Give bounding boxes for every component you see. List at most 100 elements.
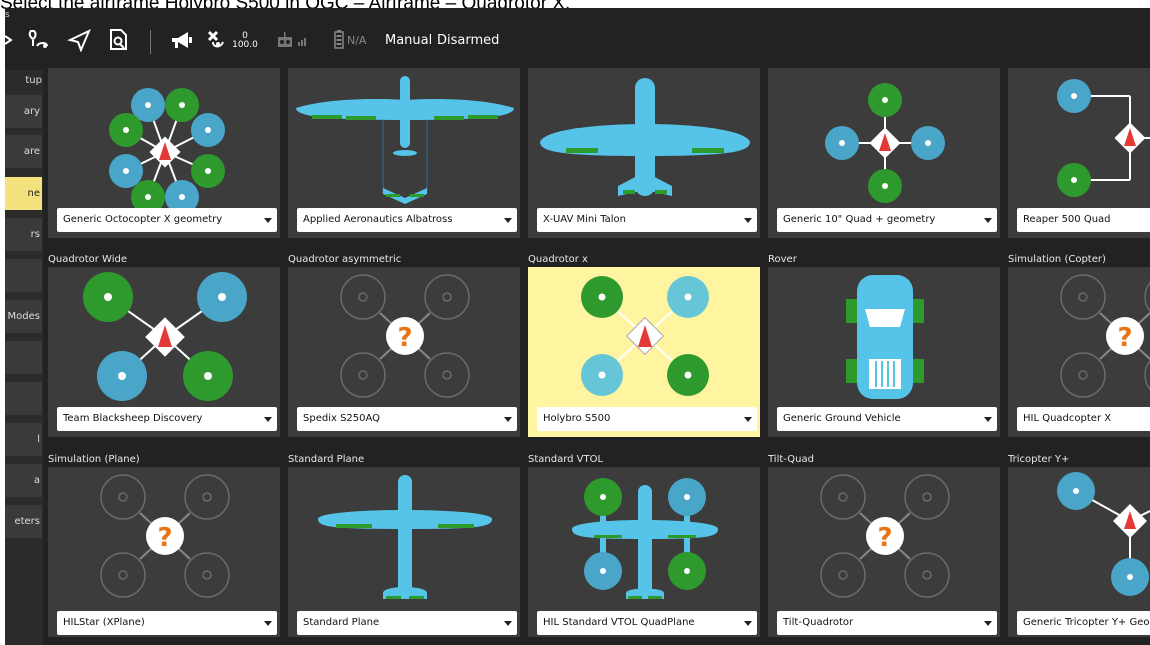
unknown-airframe-icon: ? [1060,274,1150,398]
dropdown-value: Reaper 500 Quad [1023,214,1111,225]
sidebar-item-label: ne [27,188,41,199]
dropdown-arrow-icon [504,218,512,223]
airframe-tile-octocopter[interactable]: Generic Octocopter X geometry [48,68,280,238]
airframe-dropdown[interactable]: HIL Quadcopter X [1017,407,1150,431]
sidebar-item-radio[interactable] [5,259,42,292]
airframe-tile-tilt-quad[interactable]: ? Tilt-Quadrotor [768,467,1000,637]
airframe-tile-sim-plane[interactable]: ? HILStar (XPlane) [48,467,280,637]
airframe-tile-standard-vtol[interactable]: HIL Standard VTOL QuadPlane [528,467,760,637]
rover-car-diagram [846,275,924,399]
dropdown-arrow-icon [984,417,992,422]
sidebar-item-summary[interactable]: ary [5,95,42,128]
sidebar-item-airframe[interactable]: ne [5,177,42,210]
dropdown-value: Tilt-Quadrotor [783,617,854,628]
airframe-tile-rover[interactable]: Generic Ground Vehicle [768,267,1000,437]
sidebar-item-safety[interactable] [5,382,42,415]
sidebar-item-power[interactable] [5,341,42,374]
toolbar-divider [150,30,151,54]
category-label: Standard Plane [288,454,365,465]
dropdown-arrow-icon [504,621,512,626]
dropdown-value: HIL Standard VTOL QuadPlane [543,617,695,628]
airframe-dropdown[interactable]: Generic Octocopter X geometry [57,208,277,232]
dropdown-value: HIL Quadcopter X [1023,413,1112,424]
sidebar-item-flight-modes[interactable]: Modes [5,300,42,333]
sidebar-item-firmware[interactable]: are [5,135,42,168]
airframe-dropdown[interactable]: Reaper 500 Quad [1017,208,1150,232]
arm-status[interactable]: Disarmed [437,28,499,52]
dropdown-value: Generic Ground Vehicle [783,413,901,424]
top-toolbar: s 0 100.0 N/A Manual Disarmed [5,8,1150,68]
category-label: Tilt-Quad [768,454,814,465]
airframe-dropdown[interactable]: Holybro S500 [537,407,757,431]
flying-wing-diagram [540,78,750,196]
airframe-dropdown[interactable]: Team Blacksheep Discovery [57,407,277,431]
airframe-tile-plane-atail[interactable]: Applied Aeronautics Albatross [288,68,520,238]
dropdown-value: Standard Plane [303,617,380,628]
dropdown-arrow-icon [744,218,752,223]
airframe-tile-mini-talon[interactable]: X-UAV Mini Talon [528,68,760,238]
tricopter-y-diagram [1057,472,1150,596]
sidebar-item-camera[interactable]: a [5,464,42,497]
sidebar-item-parameters[interactable]: eters [5,505,42,538]
dropdown-value: Generic Tricopter Y+ Geometry [1023,617,1150,628]
sidebar-item-label: a [33,475,40,486]
airframe-dropdown[interactable]: Standard Plane [297,611,517,635]
category-label: Rover [768,254,797,265]
sidebar-item-sensors[interactable]: rs [5,218,42,251]
airframe-dropdown[interactable]: Tilt-Quadrotor [777,611,997,635]
airframe-tile-quad-asymmetric[interactable]: ? Spedix S250AQ [288,267,520,437]
flight-mode-selector[interactable]: Manual [385,28,432,52]
battery-icon[interactable] [333,28,345,52]
rc-signal-icon [297,28,309,52]
category-label: Simulation (Plane) [48,454,140,465]
sidebar-item-label: are [23,146,40,157]
rc-transmitter-icon[interactable] [277,28,295,52]
airframe-tile-quad-wide[interactable]: Team Blacksheep Discovery [48,267,280,437]
gps-hdop: 100.0 [232,40,258,50]
airframe-dropdown[interactable]: Generic Ground Vehicle [777,407,997,431]
svg-text:?: ? [877,523,892,553]
dropdown-value: Generic 10" Quad + geometry [783,214,936,225]
unknown-airframe-icon: ? [100,474,230,598]
airframe-tile-quadrotor-x[interactable]: Holybro S500 [528,267,760,437]
category-label: Quadrotor x [528,254,588,265]
quad-h-diagram [1057,79,1150,197]
airframe-tile-quad-h[interactable]: Reaper 500 Quad [1008,68,1150,238]
dropdown-arrow-icon [504,417,512,422]
fly-view-icon[interactable] [67,28,91,52]
category-label: Standard VTOL [528,454,604,465]
airframe-dropdown[interactable]: HILStar (XPlane) [57,611,277,635]
sidebar-item-label: l [37,434,40,445]
gps-satellite-icon[interactable] [205,28,229,52]
sidebar-item-label: ary [23,106,40,117]
dropdown-arrow-icon [264,621,272,626]
sidebar-item-label: rs [30,229,40,240]
airframe-tile-standard-plane[interactable]: Standard Plane [288,467,520,637]
airframe-dropdown[interactable]: X-UAV Mini Talon [537,208,757,232]
svg-text:?: ? [397,323,412,353]
quad-plus-diagram [825,83,945,203]
setup-sidebar: tup ary are ne rs Modes l a eters [5,70,43,645]
airframe-dropdown[interactable]: Applied Aeronautics Albatross [297,208,517,232]
qgc-window: s 0 100.0 N/A Manual Disarmed tup ary ar… [5,8,1150,645]
dropdown-value: Holybro S500 [543,413,611,424]
airframe-tile-sim-copter[interactable]: ? HIL Quadcopter X [1008,267,1150,437]
sidebar-item-tuning[interactable]: l [5,423,42,456]
airframe-dropdown[interactable]: Generic 10" Quad + geometry [777,208,997,232]
vtol-quadplane-diagram [572,478,718,599]
dropdown-value: Spedix S250AQ [303,413,381,424]
airframe-dropdown[interactable]: Generic Tricopter Y+ Geometry [1017,611,1150,635]
svg-text:?: ? [157,523,172,553]
settings-chevron-icon[interactable] [5,28,13,52]
analyze-view-icon[interactable] [107,28,131,52]
airframe-tile-tricopter[interactable]: Generic Tricopter Y+ Geometry [1008,467,1150,637]
dropdown-arrow-icon [264,218,272,223]
plan-view-icon[interactable] [27,28,51,52]
airframe-dropdown[interactable]: Spedix S250AQ [297,407,517,431]
sidebar-item-label: eters [14,516,40,527]
megaphone-icon[interactable] [170,28,194,52]
dropdown-arrow-icon [984,218,992,223]
airframe-tile-quad-plus[interactable]: Generic 10" Quad + geometry [768,68,1000,238]
airframe-dropdown[interactable]: HIL Standard VTOL QuadPlane [537,611,757,635]
toolbar-top-fragment: s [5,10,10,20]
